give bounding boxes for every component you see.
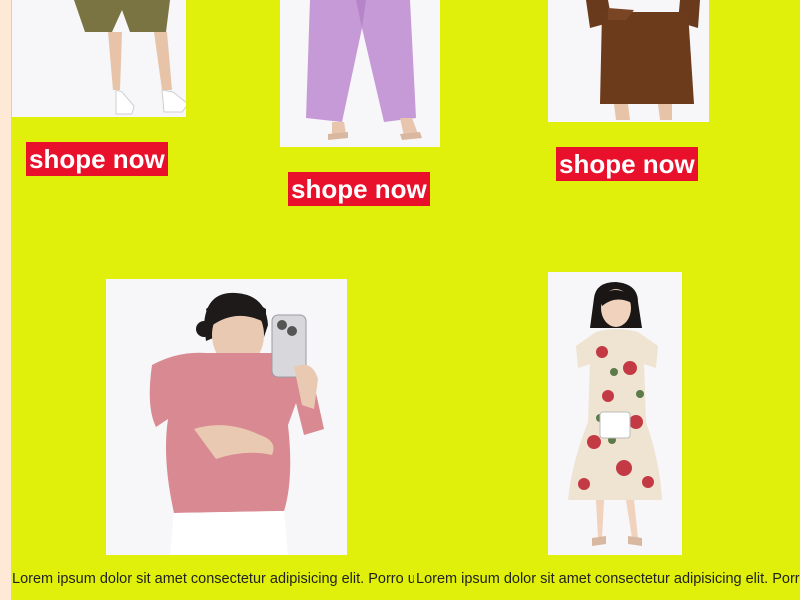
shop-now-button-3[interactable]: shope now xyxy=(556,147,698,181)
product-image-shorts[interactable] xyxy=(12,0,186,117)
shop-now-button-2[interactable]: shope now xyxy=(288,172,430,206)
product-description-pink-top: Lorem ipsum dolor sit amet consectetur a… xyxy=(12,571,414,587)
product-image-lilac-pants[interactable] xyxy=(280,0,440,147)
left-edge-strip xyxy=(0,0,11,600)
product-image-floral-dress[interactable] xyxy=(548,272,682,555)
product-description-floral-dress: Lorem ipsum dolor sit amet consectetur a… xyxy=(416,571,800,587)
product-image-brown-skirt[interactable] xyxy=(548,0,709,122)
product-image-pink-top[interactable] xyxy=(106,279,347,555)
shop-now-button-1[interactable]: shope now xyxy=(26,142,168,176)
